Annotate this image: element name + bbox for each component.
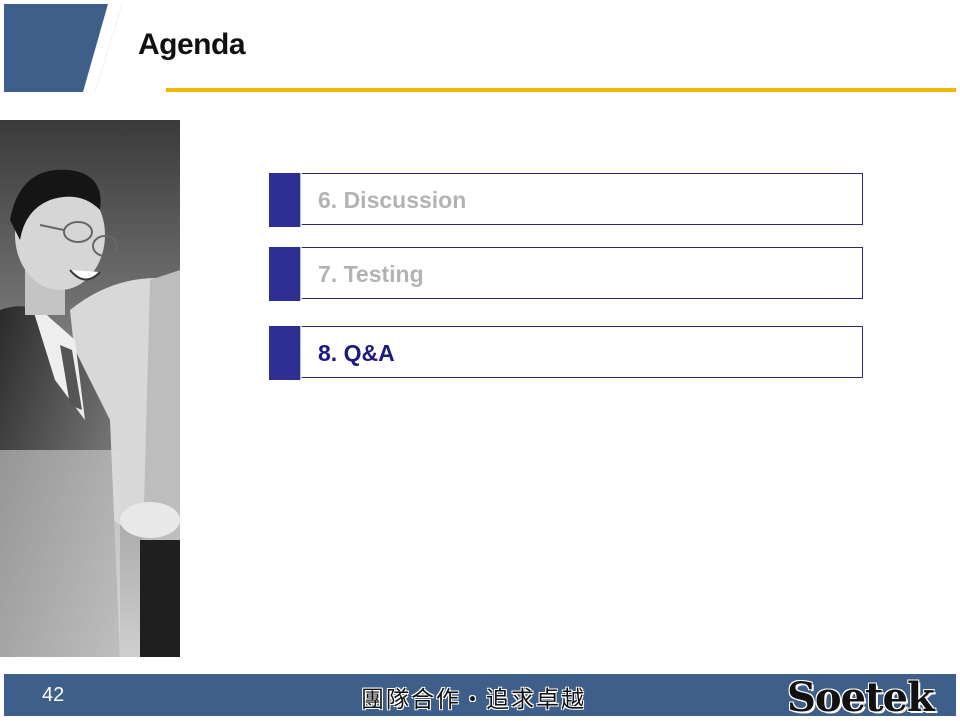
agenda-item-marker	[269, 326, 302, 380]
agenda-item-marker	[269, 247, 302, 301]
agenda-item-label: 6. Discussion	[318, 187, 467, 213]
slide-title: Agenda	[138, 28, 246, 61]
agenda-item-testing[interactable]: 7. Testing	[269, 247, 863, 301]
company-logo: Soetek	[787, 674, 935, 721]
agenda-item-qa[interactable]: 8. Q&A	[269, 326, 863, 380]
agenda-item-marker	[269, 173, 302, 227]
page-number: 42	[42, 684, 65, 706]
agenda-item-label: 8. Q&A	[318, 340, 395, 366]
business-photo	[0, 120, 180, 657]
footer-bar: 42 團隊合作・追求卓越 Soetek	[4, 674, 956, 721]
footer-motto: 團隊合作・追求卓越	[361, 687, 586, 713]
agenda-item-discussion[interactable]: 6. Discussion	[269, 173, 863, 227]
agenda-item-label: 7. Testing	[318, 261, 424, 287]
title-underline	[166, 88, 956, 92]
